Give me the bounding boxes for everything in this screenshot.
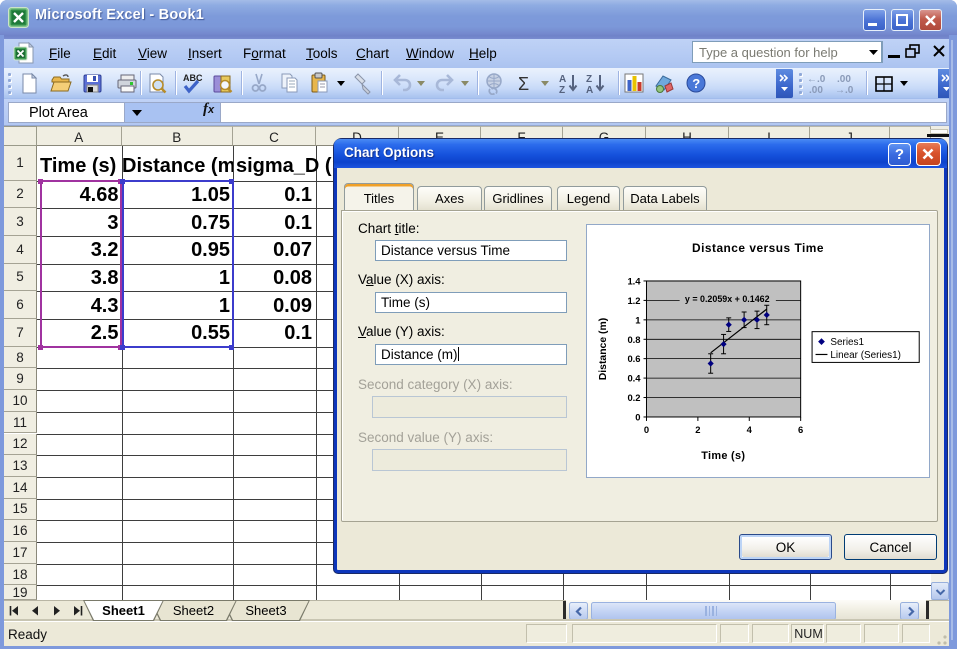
svg-text:Linear (Series1): Linear (Series1)	[830, 350, 900, 361]
svg-text:Sheet1: Sheet1	[102, 603, 145, 618]
svg-text:→.0: →.0	[835, 85, 854, 95]
svg-text:A: A	[586, 85, 593, 95]
svg-text:.00: .00	[837, 74, 851, 85]
svg-text:0.6: 0.6	[627, 353, 640, 364]
svg-text:ABC: ABC	[183, 73, 203, 83]
svg-text:0.8: 0.8	[627, 334, 640, 345]
svg-text:1: 1	[635, 314, 640, 325]
svg-text:2: 2	[695, 424, 700, 435]
svg-text:0.2: 0.2	[627, 392, 640, 403]
svg-text:Distance (m): Distance (m)	[598, 318, 609, 380]
svg-text:0: 0	[644, 424, 649, 435]
svg-text:Series1: Series1	[830, 337, 864, 348]
svg-text:0.4: 0.4	[627, 373, 641, 384]
svg-text:6: 6	[798, 424, 803, 435]
svg-text:Time (s): Time (s)	[701, 450, 745, 462]
svg-text:?: ?	[692, 76, 700, 91]
svg-text:Distance versus Time: Distance versus Time	[692, 241, 824, 255]
svg-text:Z: Z	[586, 74, 592, 85]
svg-text:1.4: 1.4	[627, 275, 641, 286]
svg-text:0: 0	[635, 411, 640, 422]
svg-text:y = 0.2059x + 0.1462: y = 0.2059x + 0.1462	[685, 294, 770, 304]
svg-text:1.2: 1.2	[627, 295, 640, 306]
svg-text:Σ: Σ	[518, 74, 529, 94]
svg-text:Z: Z	[559, 85, 565, 95]
svg-text:A: A	[559, 74, 566, 85]
svg-text:←.0: ←.0	[807, 74, 826, 85]
svg-text:4: 4	[747, 424, 753, 435]
svg-text:.00: .00	[809, 85, 823, 95]
